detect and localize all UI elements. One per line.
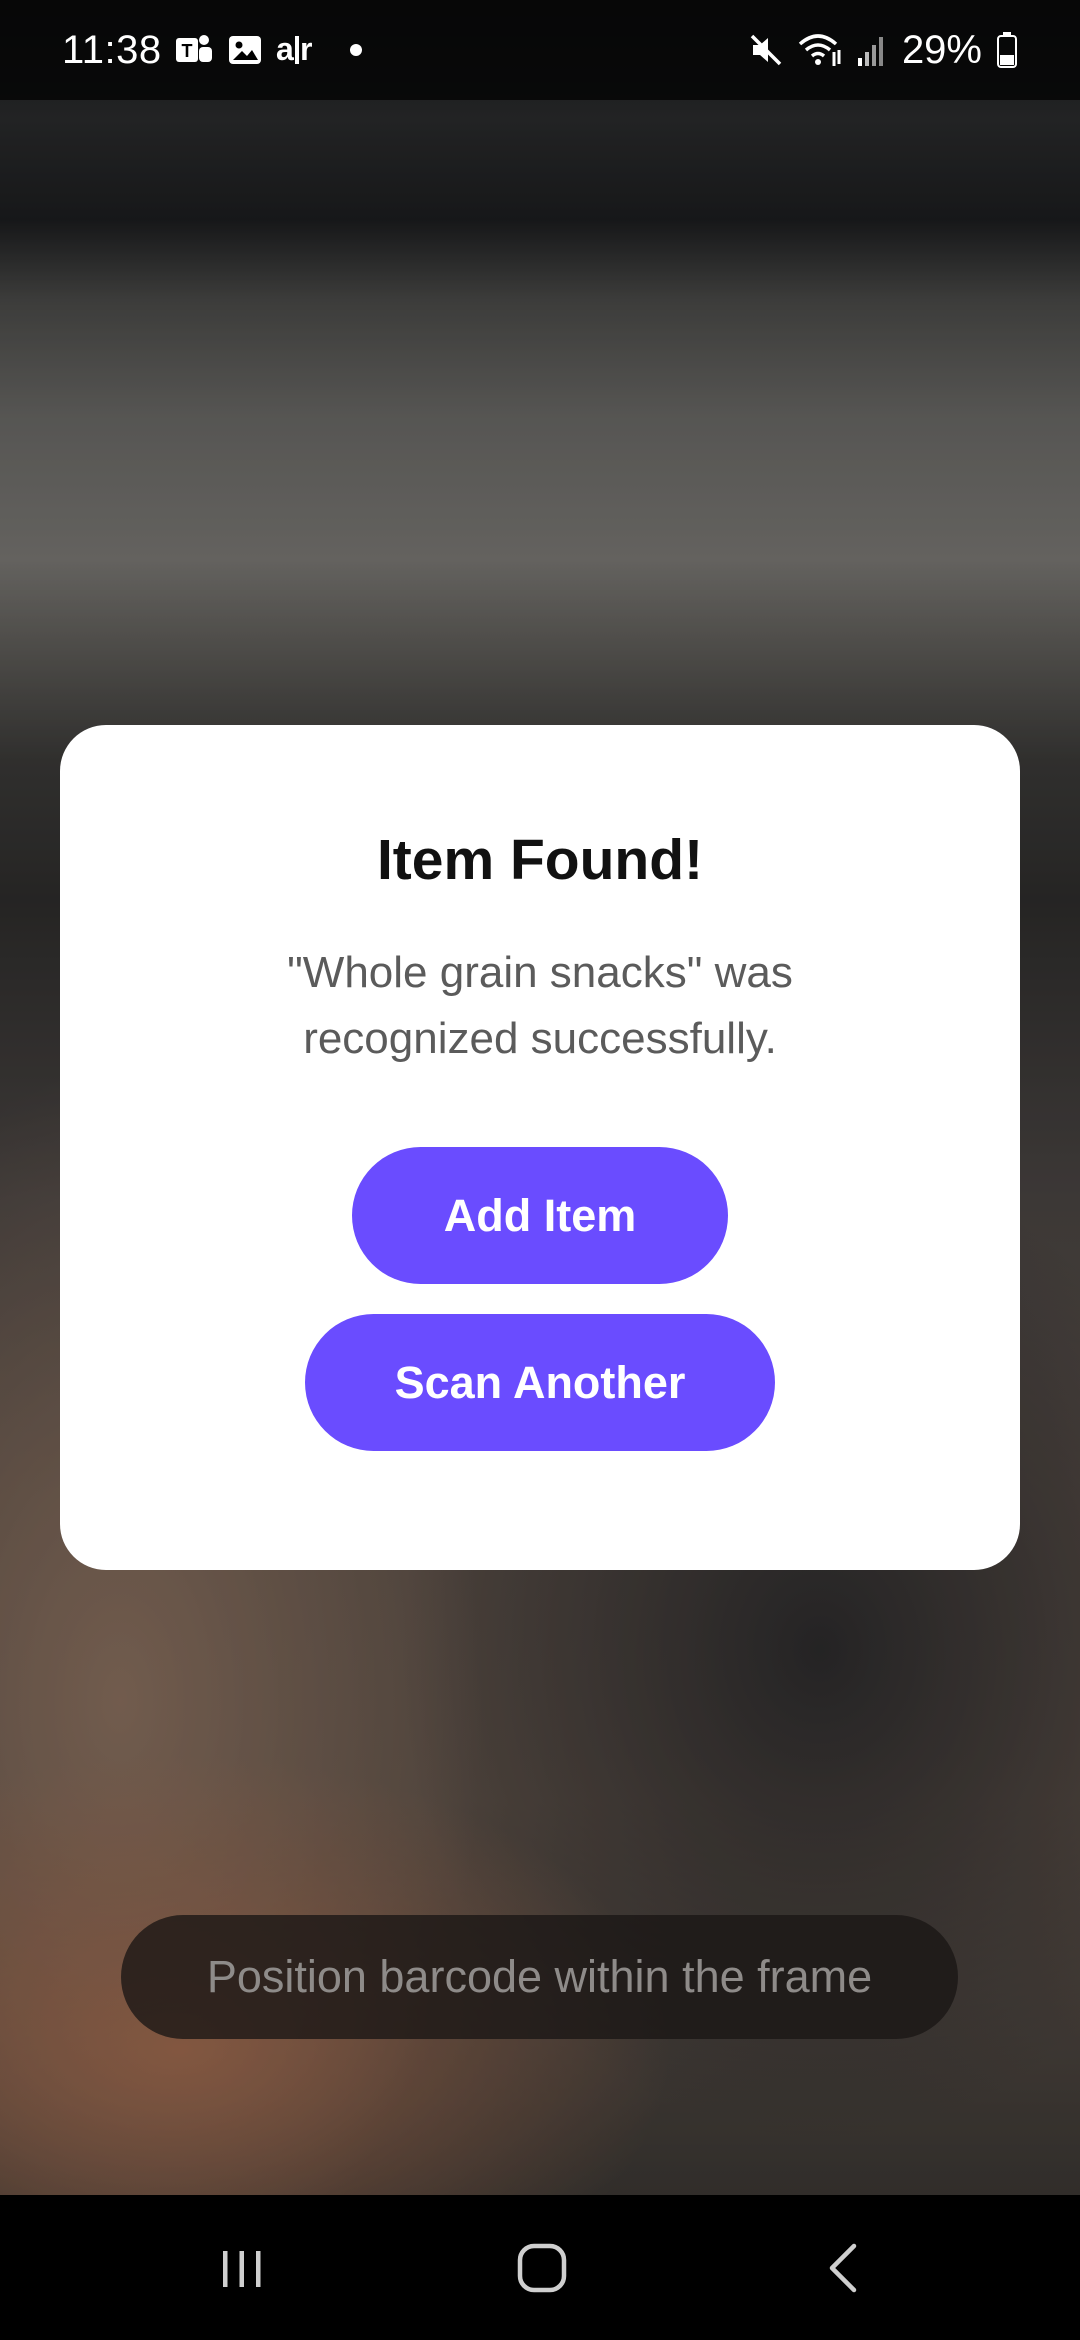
- status-left: 11:38 T a r: [62, 0, 362, 100]
- battery-icon: [996, 31, 1018, 69]
- barcode-hint-text: Position barcode within the frame: [206, 1951, 873, 2002]
- teams-icon: T: [174, 30, 214, 70]
- status-right: 29%: [748, 0, 1018, 100]
- signal-icon: [856, 32, 888, 68]
- wifi-icon: [798, 32, 842, 68]
- scan-another-button[interactable]: Scan Another: [305, 1314, 775, 1451]
- scanner-screen: 11:38 T a r 29% Item Found! "Whole grain…: [0, 0, 1080, 2340]
- gallery-icon: [226, 31, 264, 69]
- recents-button[interactable]: [162, 2195, 322, 2340]
- svg-text:T: T: [181, 41, 192, 61]
- mute-icon: [748, 32, 784, 68]
- notification-dot: [349, 44, 362, 56]
- recents-icon: [223, 2250, 261, 2287]
- barcode-hint: Position barcode within the frame: [121, 1915, 958, 2039]
- battery-percent: 29%: [901, 27, 982, 72]
- dialog-title: Item Found!: [376, 828, 704, 892]
- home-button[interactable]: [462, 2195, 622, 2340]
- svg-text:r: r: [300, 31, 312, 67]
- dialog-message: "Whole grain snacks" was recognized succ…: [287, 948, 793, 1063]
- status-time: 11:38: [62, 27, 162, 72]
- home-icon: [517, 2243, 567, 2292]
- system-nav-bar: [0, 2195, 1080, 2340]
- back-icon: [829, 2243, 857, 2292]
- back-button[interactable]: [766, 2195, 926, 2340]
- svg-text:a: a: [276, 31, 294, 67]
- add-item-button[interactable]: Add Item: [352, 1147, 728, 1284]
- item-found-dialog: Item Found! "Whole grain snacks" was rec…: [60, 725, 1020, 1570]
- status-bar: 11:38 T a r 29%: [0, 0, 1080, 100]
- air-icon: a r: [276, 30, 320, 70]
